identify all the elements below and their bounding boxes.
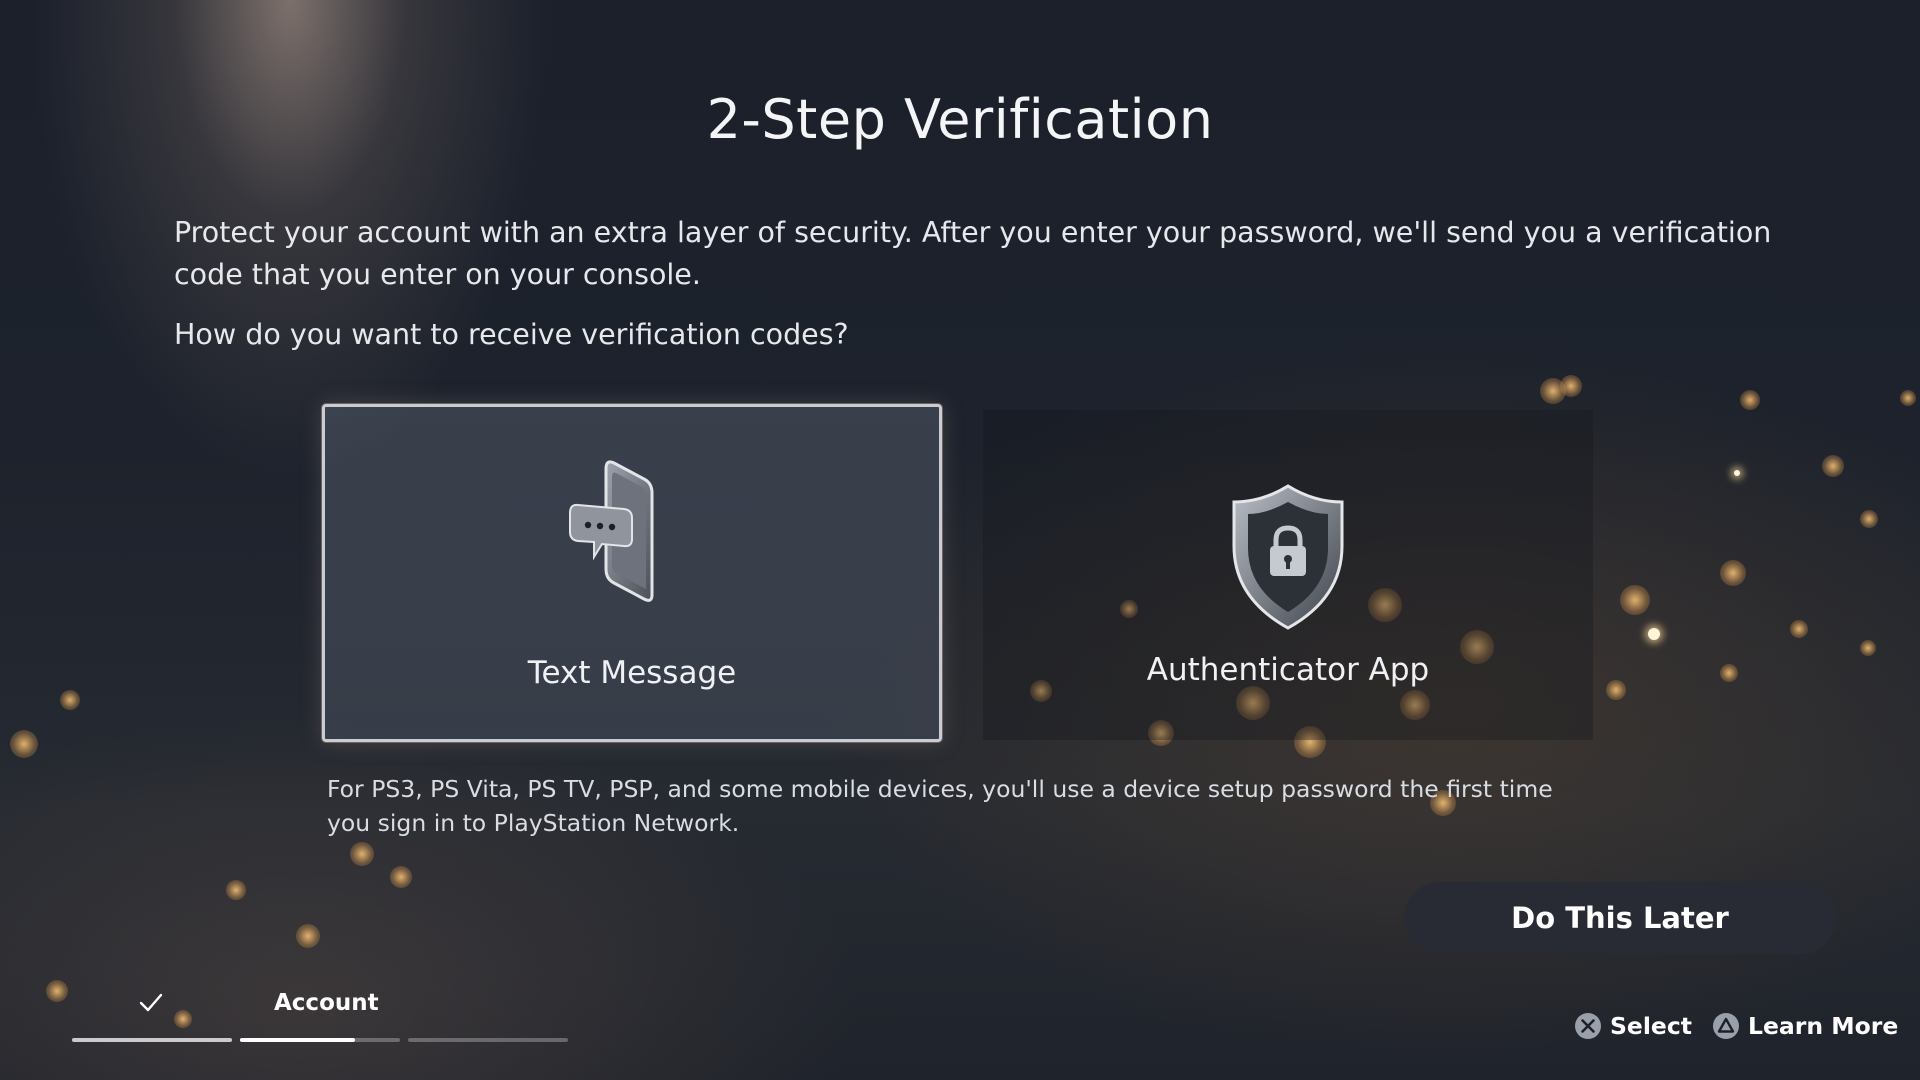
phone-message-icon xyxy=(569,460,654,602)
option-label: Authenticator App xyxy=(1146,652,1430,688)
device-password-note: For PS3, PS Vita, PS TV, PSP, and some m… xyxy=(327,775,1553,837)
page-description: Protect your account with an extra layer… xyxy=(174,216,1772,291)
page-title: 2-Step Verification xyxy=(706,88,1214,151)
checkmark-icon xyxy=(139,993,163,1012)
current-step-label: Account xyxy=(274,990,379,1016)
hint-select: Select xyxy=(1574,1012,1692,1040)
progress-step-1 xyxy=(72,1038,232,1042)
do-this-later-button[interactable]: Do This Later xyxy=(1404,882,1836,954)
hint-learn-more: Learn More xyxy=(1712,1012,1898,1040)
progress-step-2 xyxy=(240,1038,400,1042)
method-question: How do you want to receive verification … xyxy=(174,318,849,351)
triangle-button-icon xyxy=(1713,1013,1739,1039)
progress-step-2-fill xyxy=(240,1038,356,1042)
shield-lock-icon xyxy=(1232,484,1344,630)
hint-learn-more-label: Learn More xyxy=(1748,1012,1899,1040)
option-label: Text Message xyxy=(527,655,737,691)
option-text-message[interactable]: Text Message xyxy=(322,404,942,742)
progress-step-3 xyxy=(408,1038,568,1042)
option-authenticator-app[interactable]: Authenticator App xyxy=(983,410,1593,740)
cross-button-icon xyxy=(1575,1013,1601,1039)
setup-screen: 2-Step Verification Protect your account… xyxy=(0,0,1920,1080)
hint-select-label: Select xyxy=(1610,1012,1693,1040)
